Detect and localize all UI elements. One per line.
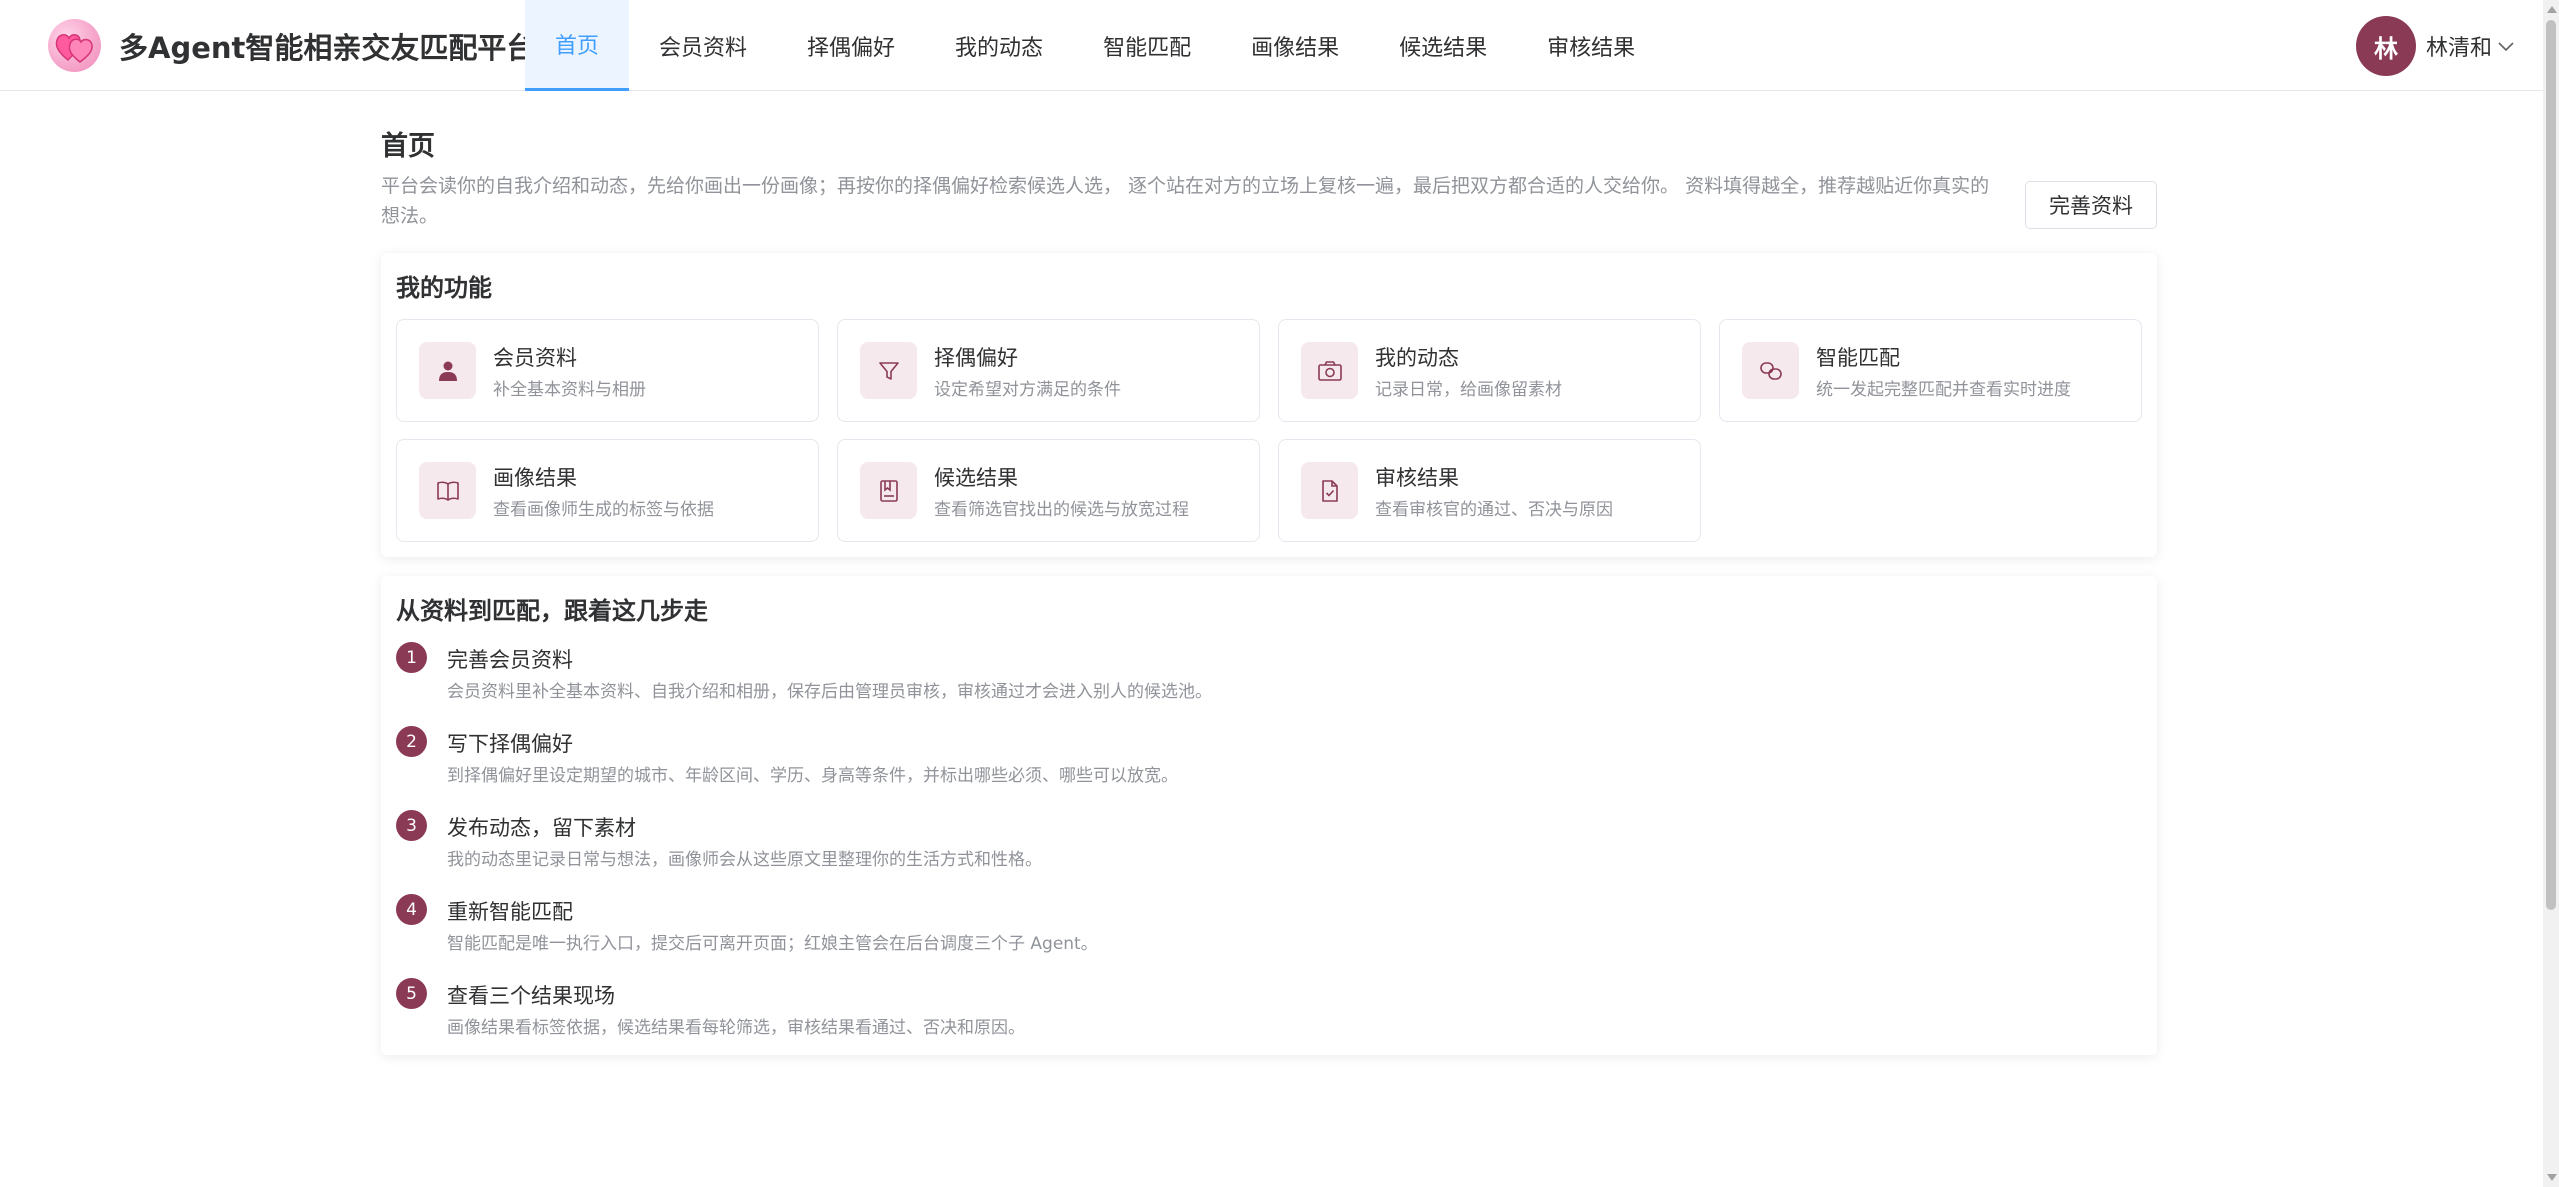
- user-menu[interactable]: 林 林清和: [2356, 16, 2514, 76]
- user-icon: [419, 342, 476, 399]
- func-desc: 设定希望对方满足的条件: [934, 380, 1121, 400]
- nav-item-member-profile[interactable]: 会员资料: [629, 0, 777, 91]
- nav-item-home[interactable]: 首页: [525, 0, 630, 91]
- step-title: 写下择偶偏好: [447, 732, 573, 756]
- functions-card: 我的功能 会员资料 补全基本资料与相册 择偶偏好 设定希望对方满足的条件 我的动…: [381, 253, 2157, 557]
- bookmark-icon: [860, 462, 917, 519]
- step-number-badge: 1: [396, 642, 427, 673]
- scroll-down-arrow-icon[interactable]: [2547, 1174, 2557, 1181]
- func-name: 画像结果: [493, 466, 577, 490]
- heart-logo-icon[interactable]: [48, 19, 101, 72]
- func-item-smart-match[interactable]: 智能匹配 统一发起完整匹配并查看实时进度: [1719, 319, 2142, 422]
- func-item-member-profile[interactable]: 会员资料 补全基本资料与相册: [396, 319, 819, 422]
- func-desc: 记录日常，给画像留素材: [1375, 380, 1562, 400]
- book-icon: [419, 462, 476, 519]
- func-name: 择偶偏好: [934, 346, 1018, 370]
- step-desc: 会员资料里补全基本资料、自我介绍和相册，保存后由管理员审核，审核通过才会进入别人…: [447, 682, 1212, 702]
- nav-item-portrait-results[interactable]: 画像结果: [1221, 0, 1369, 91]
- step-desc: 我的动态里记录日常与想法，画像师会从这些原文里整理你的生活方式和性格。: [447, 850, 1042, 870]
- step-desc: 到择偶偏好里设定期望的城市、年龄区间、学历、身高等条件，并标出哪些必须、哪些可以…: [447, 766, 1178, 786]
- camera-icon: [1301, 342, 1358, 399]
- step-number-badge: 2: [396, 726, 427, 757]
- avatar[interactable]: 林: [2356, 16, 2416, 76]
- step-title: 完善会员资料: [447, 648, 573, 672]
- app-title[interactable]: 多Agent智能相亲交友匹配平台: [119, 25, 535, 67]
- func-name: 候选结果: [934, 466, 1018, 490]
- func-item-portrait-results[interactable]: 画像结果 查看画像师生成的标签与依据: [396, 439, 819, 542]
- page-title: 首页: [381, 131, 435, 162]
- func-item-review-results[interactable]: 审核结果 查看审核官的通过、否决与原因: [1278, 439, 1701, 542]
- func-desc: 统一发起完整匹配并查看实时进度: [1816, 380, 2071, 400]
- chevron-down-icon[interactable]: [2498, 37, 2514, 56]
- func-name: 会员资料: [493, 346, 577, 370]
- step-desc: 画像结果看标签依据，候选结果看每轮筛选，审核结果看通过、否决和原因。: [447, 1018, 1025, 1038]
- func-desc: 查看筛选官找出的候选与放宽过程: [934, 500, 1189, 520]
- func-desc: 查看审核官的通过、否决与原因: [1375, 500, 1613, 520]
- user-name[interactable]: 林清和: [2426, 30, 2492, 62]
- step-number-badge: 4: [396, 894, 427, 925]
- steps-title: 从资料到匹配，跟着这几步走: [396, 597, 708, 625]
- nav-item-my-posts[interactable]: 我的动态: [925, 0, 1073, 91]
- step-number-badge: 5: [396, 978, 427, 1009]
- func-desc: 补全基本资料与相册: [493, 380, 646, 400]
- scrollbar-thumb[interactable]: [2546, 20, 2556, 910]
- nav-item-review-results[interactable]: 审核结果: [1517, 0, 1665, 91]
- func-name: 智能匹配: [1816, 346, 1900, 370]
- func-desc: 查看画像师生成的标签与依据: [493, 500, 714, 520]
- nav-item-preferences[interactable]: 择偶偏好: [777, 0, 925, 91]
- scroll-up-arrow-icon[interactable]: [2547, 6, 2557, 13]
- func-item-my-posts[interactable]: 我的动态 记录日常，给画像留素材: [1278, 319, 1701, 422]
- func-item-candidate-results[interactable]: 候选结果 查看筛选官找出的候选与放宽过程: [837, 439, 1260, 542]
- document-check-icon: [1301, 462, 1358, 519]
- step-desc: 智能匹配是唯一执行入口，提交后可离开页面；红娘主管会在后台调度三个子 Agent…: [447, 934, 1098, 954]
- step-title: 发布动态，留下素材: [447, 816, 636, 840]
- functions-title: 我的功能: [396, 274, 492, 302]
- main-nav: 首页 会员资料 择偶偏好 我的动态 智能匹配 画像结果 候选结果 审核结果: [525, 0, 1665, 91]
- top-header: 多Agent智能相亲交友匹配平台 首页 会员资料 择偶偏好 我的动态 智能匹配 …: [0, 0, 2543, 91]
- step-title: 重新智能匹配: [447, 900, 573, 924]
- step-number-badge: 3: [396, 810, 427, 841]
- page-scrollbar[interactable]: [2543, 0, 2559, 1187]
- nav-item-candidate-results[interactable]: 候选结果: [1369, 0, 1517, 91]
- filter-icon: [860, 342, 917, 399]
- func-item-preferences[interactable]: 择偶偏好 设定希望对方满足的条件: [837, 319, 1260, 422]
- complete-profile-button[interactable]: 完善资料: [2025, 181, 2157, 229]
- step-title: 查看三个结果现场: [447, 984, 615, 1008]
- nav-item-smart-match[interactable]: 智能匹配: [1073, 0, 1221, 91]
- link-icon: [1742, 342, 1799, 399]
- steps-card: 从资料到匹配，跟着这几步走 1 完善会员资料 会员资料里补全基本资料、自我介绍和…: [381, 576, 2157, 1055]
- func-name: 我的动态: [1375, 346, 1459, 370]
- func-name: 审核结果: [1375, 466, 1459, 490]
- page-intro: 平台会读你的自我介绍和动态，先给你画出一份画像；再按你的择偶偏好检索候选人选， …: [381, 175, 1990, 227]
